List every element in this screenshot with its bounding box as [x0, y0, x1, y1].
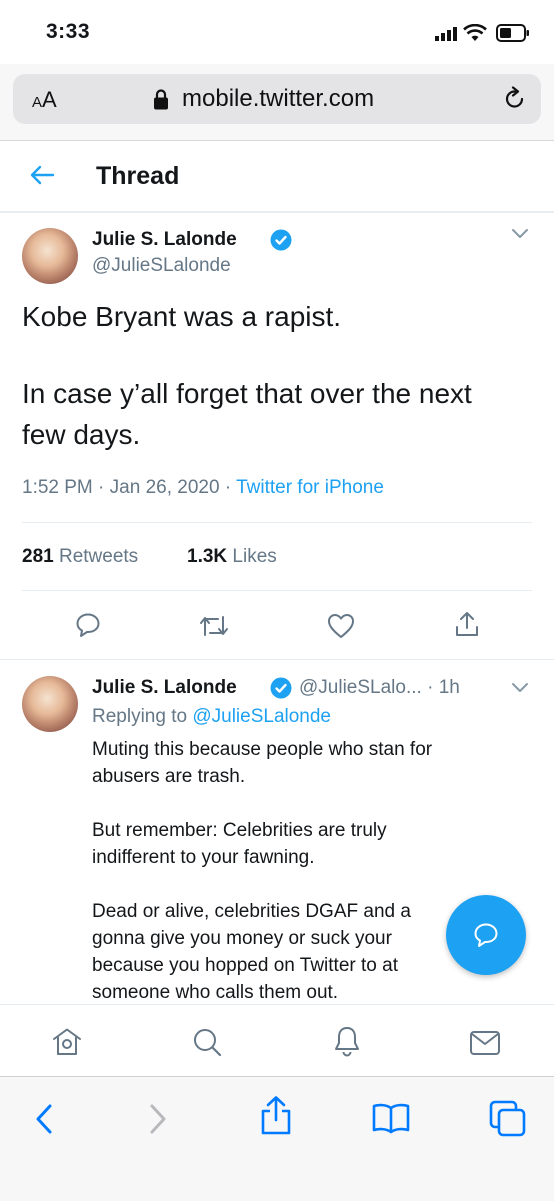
- author-handle[interactable]: @JulieSLalonde: [92, 255, 231, 277]
- retweets-count[interactable]: 281 Retweets: [22, 546, 138, 568]
- reply-text-line: indifferent to your fawning.: [92, 847, 315, 868]
- signal-icon: [435, 27, 457, 41]
- twitter-tab-bar: [0, 1004, 554, 1077]
- reply-text-line: because you hopped on Twitter to at: [92, 955, 398, 976]
- tweet-text-line: In case y’all forget that over the next: [22, 378, 472, 409]
- reply-header: Julie S. Lalonde: [92, 677, 237, 699]
- page-title: Thread: [96, 162, 180, 190]
- retweet-icon[interactable]: [199, 614, 229, 638]
- reply-author-name[interactable]: Julie S. Lalonde: [92, 677, 237, 698]
- tweet-text-line: few days.: [22, 419, 141, 450]
- divider: [22, 522, 532, 523]
- text-size-button[interactable]: AA: [32, 87, 57, 113]
- reply-handle[interactable]: @JulieSLalo...: [299, 677, 422, 698]
- header-divider: [0, 211, 554, 213]
- search-icon[interactable]: [192, 1027, 222, 1057]
- forward-chevron-icon[interactable]: [148, 1103, 168, 1135]
- back-arrow-icon[interactable]: [29, 162, 55, 188]
- reply-text-line: someone who calls them out.: [92, 982, 339, 1003]
- chevron-down-icon[interactable]: [511, 682, 529, 694]
- divider: [0, 659, 554, 660]
- back-chevron-icon[interactable]: [34, 1103, 54, 1135]
- author-name[interactable]: Julie S. Lalonde: [92, 229, 237, 251]
- reply-text-line: gonna give you money or suck your: [92, 928, 392, 949]
- tabs-overview-icon[interactable]: [488, 1099, 528, 1139]
- likes-count[interactable]: 1.3K Likes: [187, 546, 277, 568]
- status-time: 3:33: [46, 20, 91, 43]
- reply-text-line: Dead or alive, celebrities DGAF and a: [92, 901, 411, 922]
- reply-icon[interactable]: [75, 612, 101, 638]
- safari-toolbar: [0, 1076, 554, 1201]
- messages-envelope-icon[interactable]: [469, 1030, 501, 1056]
- reply-handle-and-age: @JulieSLalo... · 1h: [299, 677, 460, 698]
- lock-icon: [153, 88, 169, 110]
- share-sheet-icon[interactable]: [259, 1095, 293, 1135]
- reply-text-line: abusers are trash.: [92, 766, 246, 787]
- reply-age: 1h: [438, 677, 460, 698]
- reply-text-line: Muting this because people who stan for: [92, 739, 433, 760]
- avatar[interactable]: [22, 228, 78, 284]
- chevron-down-icon[interactable]: [511, 228, 529, 240]
- reply-avatar[interactable]: [22, 676, 78, 732]
- battery-icon: [496, 24, 530, 42]
- reload-icon[interactable]: [502, 86, 528, 112]
- replying-to-link[interactable]: @JulieSLalonde: [192, 706, 331, 727]
- home-icon[interactable]: [51, 1027, 83, 1057]
- bookmarks-book-icon[interactable]: [371, 1102, 411, 1134]
- address-bar[interactable]: AA mobile.twitter.com: [13, 74, 541, 124]
- like-heart-icon[interactable]: [327, 613, 355, 639]
- reply-text-line: But remember: Celebrities are truly: [92, 820, 387, 841]
- chat-bubble-icon: [473, 922, 499, 948]
- notifications-bell-icon[interactable]: [333, 1025, 361, 1057]
- tweet-metadata: 1:52 PM · Jan 26, 2020 · Twitter for iPh…: [22, 477, 384, 498]
- url-text[interactable]: mobile.twitter.com: [182, 85, 374, 113]
- wifi-icon: [463, 24, 487, 42]
- tweet-source-link[interactable]: Twitter for iPhone: [236, 477, 384, 498]
- tweet-time: 1:52 PM: [22, 477, 93, 498]
- tweet-date: Jan 26, 2020: [109, 477, 220, 498]
- share-icon[interactable]: [454, 610, 480, 638]
- divider: [22, 590, 532, 591]
- tweet-text-line: Kobe Bryant was a rapist.: [22, 301, 342, 332]
- verified-badge-icon: [270, 229, 292, 251]
- compose-message-button[interactable]: [446, 895, 526, 975]
- replying-to: Replying to @JulieSLalonde: [92, 706, 332, 727]
- browser-address-area: AA mobile.twitter.com: [0, 64, 554, 141]
- verified-badge-icon: [270, 677, 292, 699]
